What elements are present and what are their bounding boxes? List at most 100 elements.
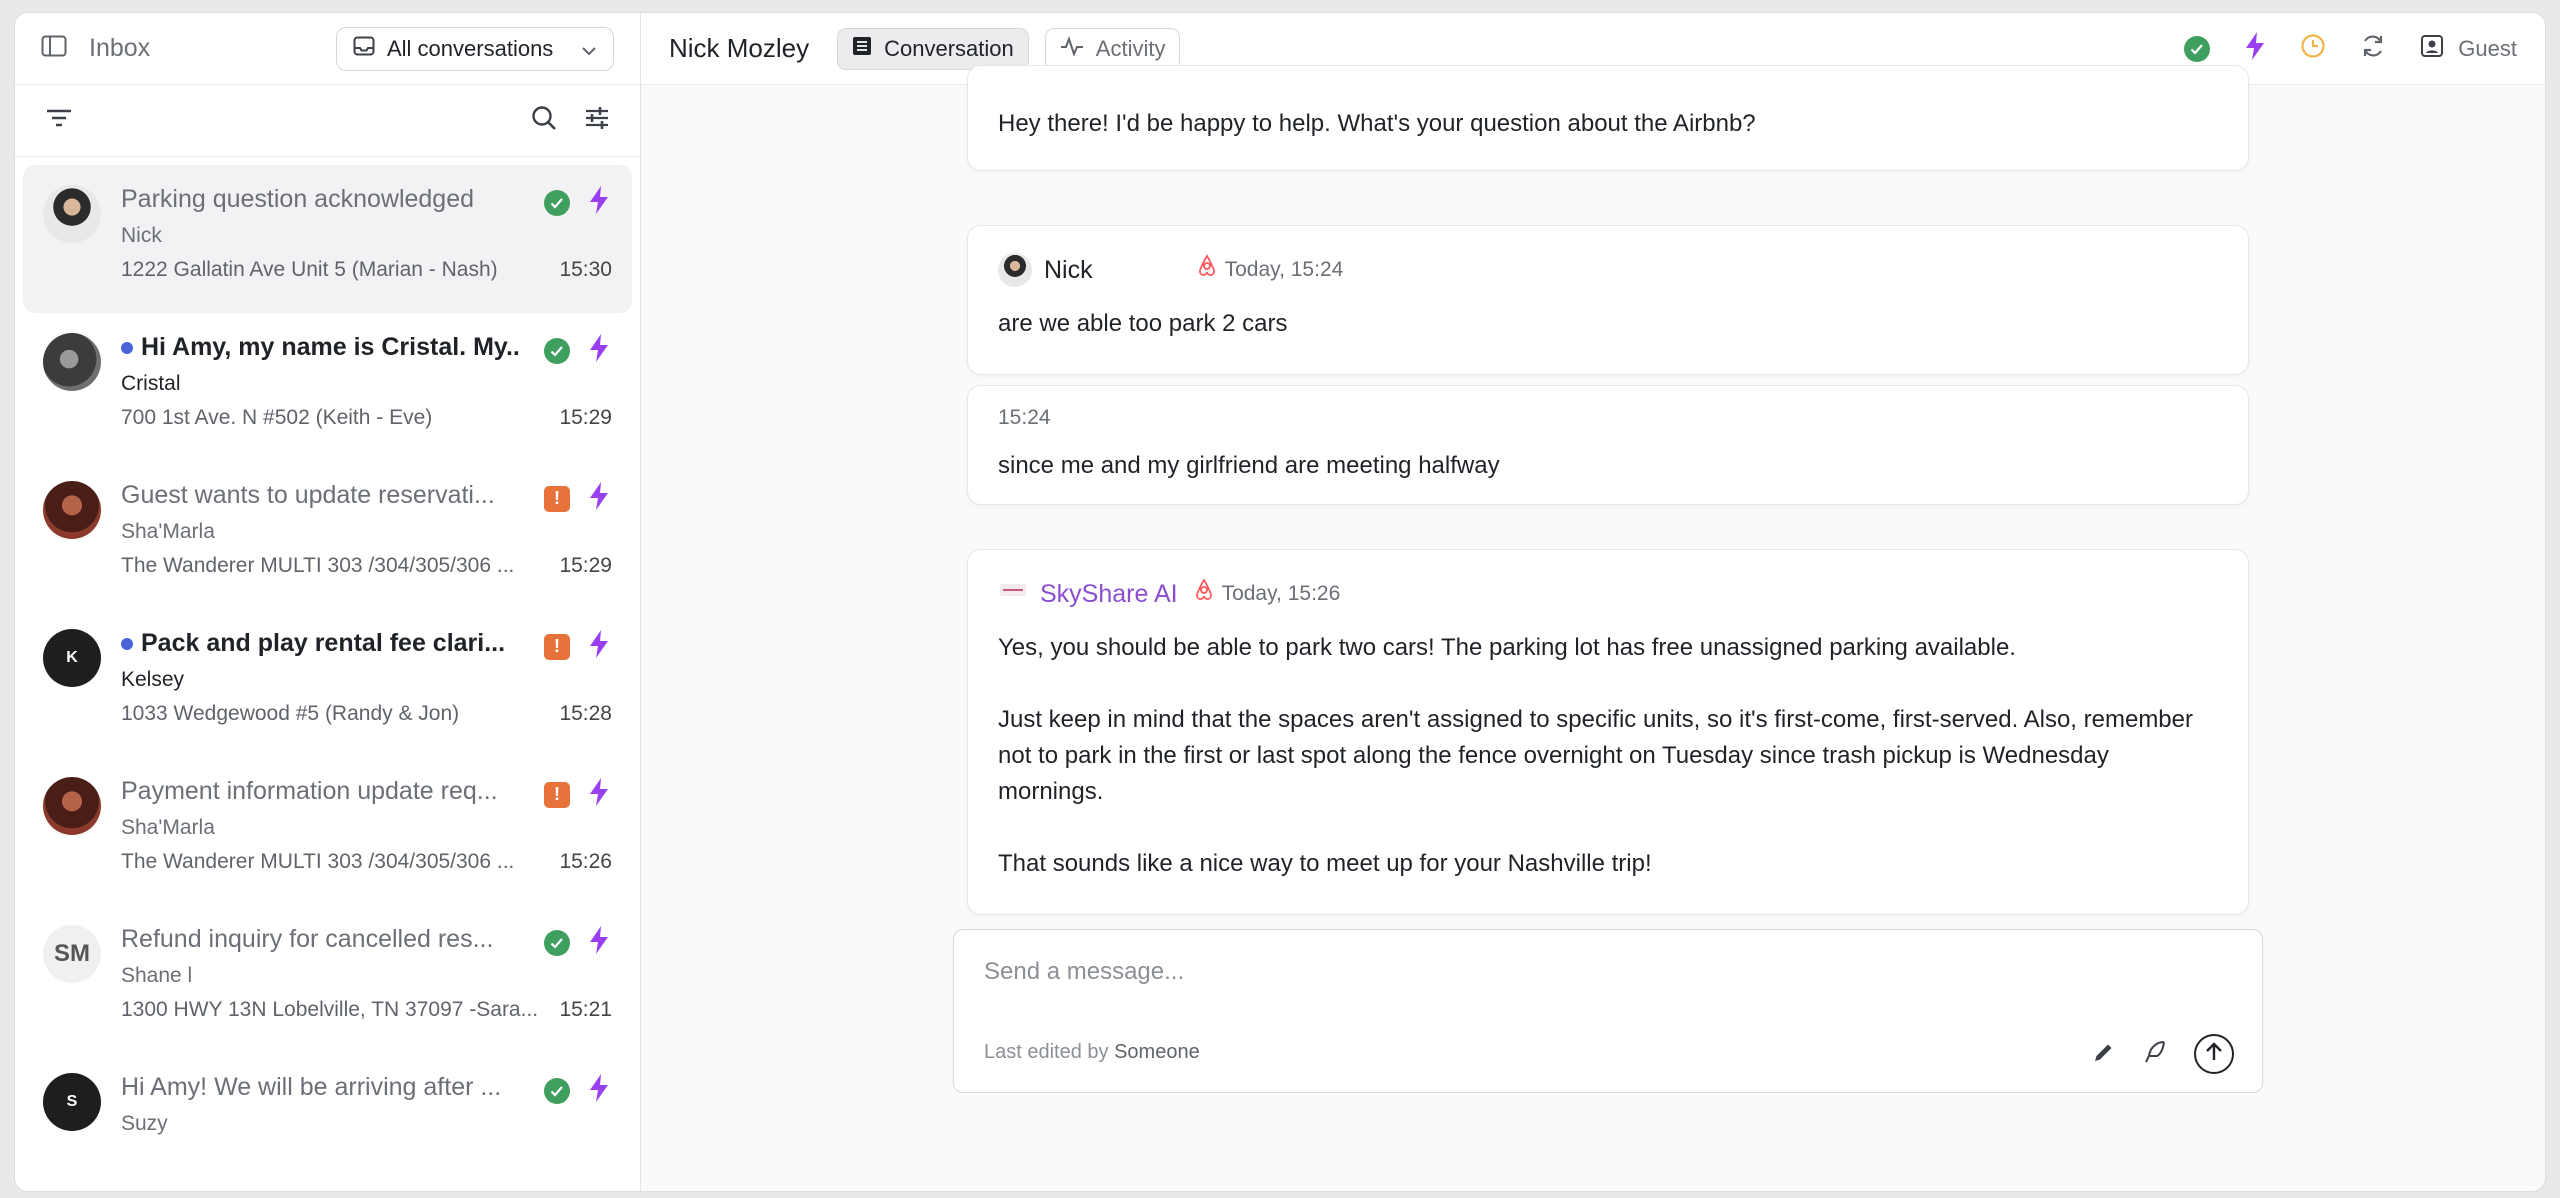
guest-name: Shane l: [121, 964, 193, 987]
message-paragraph: That sounds like a nice way to meet up f…: [998, 850, 1652, 877]
tab-conversation[interactable]: Conversation: [837, 27, 1029, 70]
conversation-time: 15:21: [559, 998, 612, 1021]
guest-role-button[interactable]: Guest: [2420, 34, 2517, 64]
message-time: 15:24: [998, 406, 1051, 429]
avatar: [43, 185, 101, 243]
message-paragraph: Yes, you should be able to park two cars…: [998, 634, 2016, 661]
message-timestamp: Today, 15:24: [1197, 252, 1344, 288]
conversation-title: Parking question acknowledged: [121, 185, 521, 214]
guest-name: Nick: [121, 224, 162, 247]
sender-name: Nick: [1044, 256, 1093, 284]
avatar: SM: [43, 925, 101, 983]
sender-name: SkyShare AI: [1040, 580, 1178, 608]
conversation-title-text: Hi Amy, my name is Cristal. My...: [141, 333, 521, 361]
conversation-title-text: Payment information update req...: [121, 777, 498, 805]
message-input[interactable]: [984, 958, 2232, 986]
message-bubble: Nick Today, 15:24 are we able too park 2…: [967, 225, 2249, 375]
avatar: [43, 777, 101, 835]
conversation-time: 15:29: [559, 554, 612, 577]
lightning-icon[interactable]: [2244, 31, 2266, 66]
check-circle-icon: [544, 929, 570, 956]
avatar: S: [43, 1073, 101, 1131]
message-timestamp: Today, 15:26: [1194, 576, 1341, 612]
conversation-title: Hi Amy, my name is Cristal. My...: [121, 333, 521, 362]
conversation-item[interactable]: K Pack and play rental fee clari... Kels…: [23, 609, 632, 757]
filter-icon[interactable]: [45, 107, 73, 134]
message-time: Today, 15:24: [1224, 258, 1344, 281]
conversation-filter-label: All conversations: [387, 35, 554, 61]
unread-dot: [121, 341, 133, 354]
send-button[interactable]: [2194, 1034, 2234, 1074]
alert-icon: !: [544, 633, 570, 660]
lightning-icon: [588, 481, 610, 516]
message-bubble: Hey there! I'd be happy to help. What's …: [967, 65, 2249, 171]
conversation-title-text: Guest wants to update reservati...: [121, 481, 495, 509]
message-meta: SkyShare AI Today, 15:26: [998, 576, 2218, 612]
alert-icon: !: [544, 781, 570, 808]
conversation-item[interactable]: Hi Amy, my name is Cristal. My... Crista…: [23, 313, 632, 461]
conversation-item[interactable]: Parking question acknowledged Nick 1222 …: [23, 165, 632, 313]
message-text: are we able too park 2 cars: [998, 310, 1288, 337]
conversation-item[interactable]: SM Refund inquiry for cancelled res... S…: [23, 905, 632, 1053]
check-circle-icon: [544, 189, 570, 216]
guest-name: Sha'Marla: [121, 816, 215, 839]
inbox-tray-icon: [353, 36, 375, 62]
pencil-icon[interactable]: [2092, 1040, 2116, 1069]
unread-dot: [121, 637, 133, 650]
sidebar-title: Inbox: [89, 34, 151, 62]
refresh-icon[interactable]: [2360, 33, 2386, 64]
sidebar-toggle-icon[interactable]: [41, 35, 67, 62]
lightning-icon: [588, 1073, 610, 1108]
message-text: since me and my girlfriend are meeting h…: [998, 452, 1500, 479]
conversation-item[interactable]: S Hi Amy! We will be arriving after ... …: [23, 1053, 632, 1191]
composer-actions: [2092, 1034, 2234, 1074]
lightning-icon: [588, 333, 610, 368]
message-composer: Last edited by Someone: [953, 929, 2263, 1093]
conversation-title: Pack and play rental fee clari...: [121, 629, 521, 658]
message-paragraph: Just keep in mind that the spaces aren't…: [998, 706, 2193, 805]
conversation-title-text: Parking question acknowledged: [121, 185, 475, 213]
clock-icon[interactable]: [2300, 33, 2326, 64]
message-bubble: 15:24 since me and my girlfriend are mee…: [967, 385, 2249, 505]
arrow-up-icon: [2205, 1041, 2223, 1067]
conversation-title-text: Refund inquiry for cancelled res...: [121, 925, 494, 953]
conversation-item[interactable]: Payment information update req... Sha'Ma…: [23, 757, 632, 905]
listing-address: 1033 Wedgewood #5 (Randy & Jon): [121, 702, 460, 725]
lightning-icon: [588, 185, 610, 220]
skyshare-logo-icon: [998, 576, 1028, 612]
check-circle-icon[interactable]: [2184, 35, 2211, 62]
avatar: [43, 333, 101, 391]
lightning-icon: [588, 925, 610, 960]
airbnb-icon: [1194, 576, 1214, 612]
conversation-title-text: Pack and play rental fee clari...: [141, 629, 506, 657]
conversation-title: Payment information update req...: [121, 777, 521, 806]
tab-activity-label: Activity: [1095, 35, 1166, 61]
listing-address: The Wanderer MULTI 303 /304/305/306 ...: [121, 850, 515, 873]
tab-conversation-label: Conversation: [884, 35, 1014, 61]
conversation-title-text: Hi Amy! We will be arriving after ...: [121, 1073, 502, 1101]
guest-name: Kelsey: [121, 668, 185, 691]
guest-role-label: Guest: [2458, 35, 2517, 61]
message-bubble: SkyShare AI Today, 15:26 Yes, you should…: [967, 549, 2249, 915]
sliders-icon[interactable]: [584, 105, 610, 136]
avatar: [43, 481, 101, 539]
feather-icon[interactable]: [2142, 1039, 2168, 1070]
conversation-time: 15:30: [559, 258, 612, 281]
guest-name: Suzy: [121, 1112, 168, 1135]
tab-activity[interactable]: Activity: [1044, 27, 1181, 70]
conversation-item[interactable]: Guest wants to update reservati... Sha'M…: [23, 461, 632, 609]
activity-icon: [1060, 35, 1084, 62]
listing-address: The Wanderer MULTI 303 /304/305/306 ...: [121, 554, 515, 577]
sidebar-header: Inbox All conversations: [15, 13, 640, 85]
last-edited-by: Someone: [1114, 1041, 1200, 1063]
conversation-filter-select[interactable]: All conversations: [336, 26, 614, 71]
search-icon[interactable]: [530, 104, 558, 137]
conversation-title: Refund inquiry for cancelled res...: [121, 925, 521, 954]
lightning-icon: [588, 777, 610, 812]
message-time: Today, 15:26: [1221, 582, 1341, 605]
chevron-down-icon: [581, 36, 597, 62]
airbnb-icon: [1197, 252, 1217, 288]
conversation-list: Parking question acknowledged Nick 1222 …: [15, 157, 640, 1191]
conversation-time: 15:29: [559, 406, 612, 429]
last-edited-prefix: Last edited by: [984, 1041, 1109, 1063]
